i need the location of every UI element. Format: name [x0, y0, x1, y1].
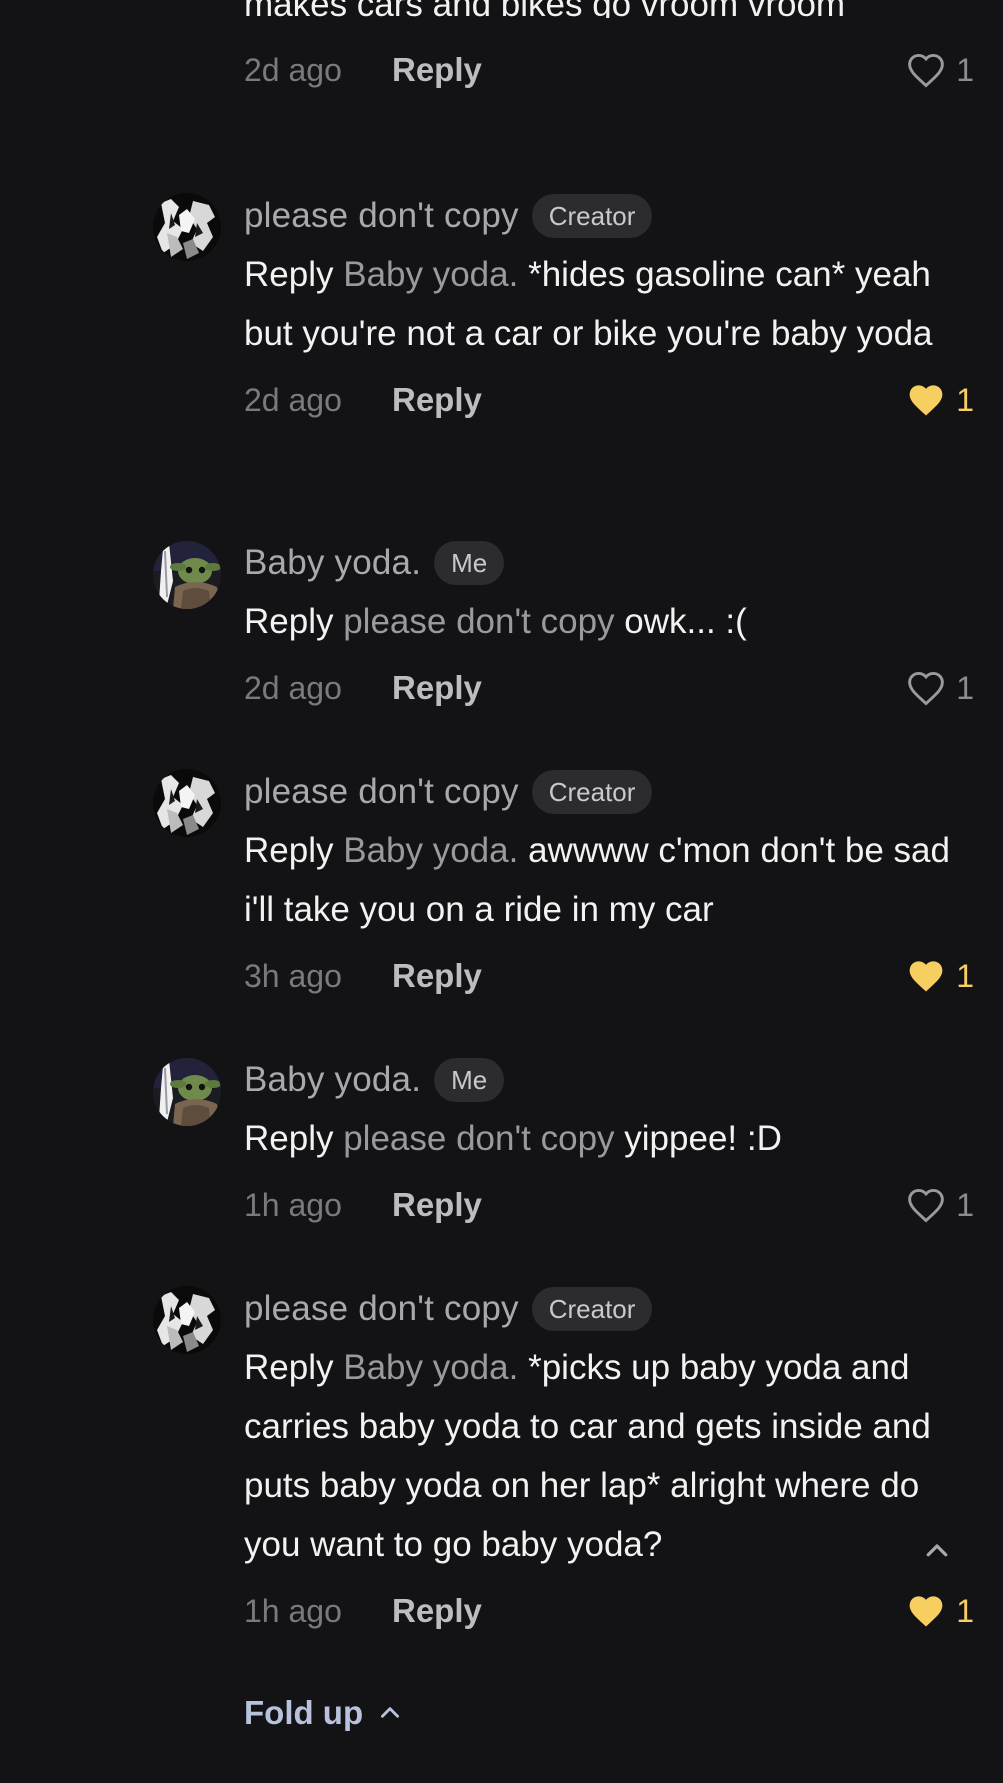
comment-text: Reply Baby yoda. *hides gasoline can* ye… — [244, 255, 933, 353]
comment-meta: 3h ago Reply 1 — [244, 946, 974, 1006]
comment-meta: 2d ago Reply 1 — [244, 370, 974, 430]
username[interactable]: Baby yoda. — [244, 1060, 421, 1100]
avatar[interactable] — [153, 769, 221, 837]
comment-meta: 2d ago Reply 1 — [244, 658, 974, 718]
like-count: 1 — [956, 381, 974, 418]
username[interactable]: please don't copy — [244, 772, 519, 812]
like-button[interactable]: 1 — [906, 658, 974, 718]
heart-icon — [908, 671, 945, 706]
comment-text: Reply Baby yoda. awwww c'mon don't be sa… — [244, 831, 950, 929]
comment-meta: 1h ago Reply 1 — [244, 1175, 974, 1235]
comment-meta: 2d ago Reply 1 — [244, 40, 974, 100]
timestamp: 1h ago — [244, 1186, 342, 1223]
like-count: 1 — [956, 669, 974, 706]
comment-header: please don't copy Creator — [244, 1281, 974, 1337]
mention-link[interactable]: Baby yoda. — [343, 255, 518, 294]
mention-link[interactable]: Baby yoda. — [343, 831, 518, 870]
avatar[interactable] — [153, 541, 221, 609]
comment-text: Reply please don't copy yippee! :D — [244, 1119, 782, 1158]
fold-up-label: Fold up — [244, 1694, 364, 1731]
username[interactable]: Baby yoda. — [244, 543, 421, 583]
like-count: 1 — [956, 1186, 974, 1223]
timestamp: 3h ago — [244, 957, 342, 994]
creator-badge: Creator — [531, 1287, 653, 1331]
comment-text: Reply please don't copy owk... :( — [244, 602, 747, 641]
mention-link[interactable]: Baby yoda. — [343, 1348, 518, 1387]
comment-header: please don't copy Creator — [244, 188, 974, 244]
like-button[interactable]: 1 — [906, 946, 974, 1006]
fold-up-button[interactable]: Fold up — [244, 1688, 403, 1738]
username[interactable]: please don't copy — [244, 196, 519, 236]
avatar[interactable] — [153, 1058, 221, 1126]
mention-link[interactable]: please don't copy — [343, 1119, 614, 1158]
reply-button[interactable]: Reply — [392, 957, 482, 995]
me-badge: Me — [434, 1058, 505, 1102]
like-count: 1 — [956, 1592, 974, 1629]
like-button[interactable]: 1 — [906, 370, 974, 430]
avatar[interactable] — [153, 1286, 221, 1354]
like-count: 1 — [956, 51, 974, 88]
timestamp: 2d ago — [244, 669, 342, 706]
chevron-up-icon[interactable] — [922, 1536, 952, 1566]
heart-icon — [908, 1188, 945, 1223]
comment-text: makes cars and bikes go vroom vroom — [244, 0, 974, 18]
username[interactable]: please don't copy — [244, 1289, 519, 1329]
reply-button[interactable]: Reply — [392, 1186, 482, 1224]
comment-text: Reply Baby yoda. *picks up baby yoda and… — [244, 1338, 974, 1574]
creator-badge: Creator — [531, 770, 653, 814]
creator-badge: Creator — [531, 194, 653, 238]
reply-button[interactable]: Reply — [392, 1592, 482, 1630]
chevron-up-icon — [381, 1707, 400, 1718]
comment-thread: makes cars and bikes go vroom vroom 2d a… — [0, 0, 1003, 1783]
timestamp: 1h ago — [244, 1592, 342, 1629]
heart-icon — [909, 385, 943, 416]
like-button[interactable]: 1 — [906, 40, 974, 100]
like-count: 1 — [956, 957, 974, 994]
me-badge: Me — [434, 541, 505, 585]
comment-meta: 1h ago Reply 1 — [244, 1581, 974, 1641]
mention-link[interactable]: please don't copy — [343, 602, 614, 641]
timestamp: 2d ago — [244, 51, 342, 88]
reply-button[interactable]: Reply — [392, 669, 482, 707]
comment-header: Baby yoda. Me — [244, 1052, 974, 1108]
heart-icon — [909, 1596, 943, 1627]
like-button[interactable]: 1 — [906, 1175, 974, 1235]
reply-button[interactable]: Reply — [392, 51, 482, 89]
comment-header: Baby yoda. Me — [244, 535, 974, 591]
comment-header: please don't copy Creator — [244, 764, 974, 820]
heart-icon — [909, 961, 943, 992]
heart-icon — [908, 53, 945, 88]
reply-button[interactable]: Reply — [392, 381, 482, 419]
timestamp: 2d ago — [244, 381, 342, 418]
avatar[interactable] — [153, 193, 221, 261]
like-button[interactable]: 1 — [906, 1581, 974, 1641]
